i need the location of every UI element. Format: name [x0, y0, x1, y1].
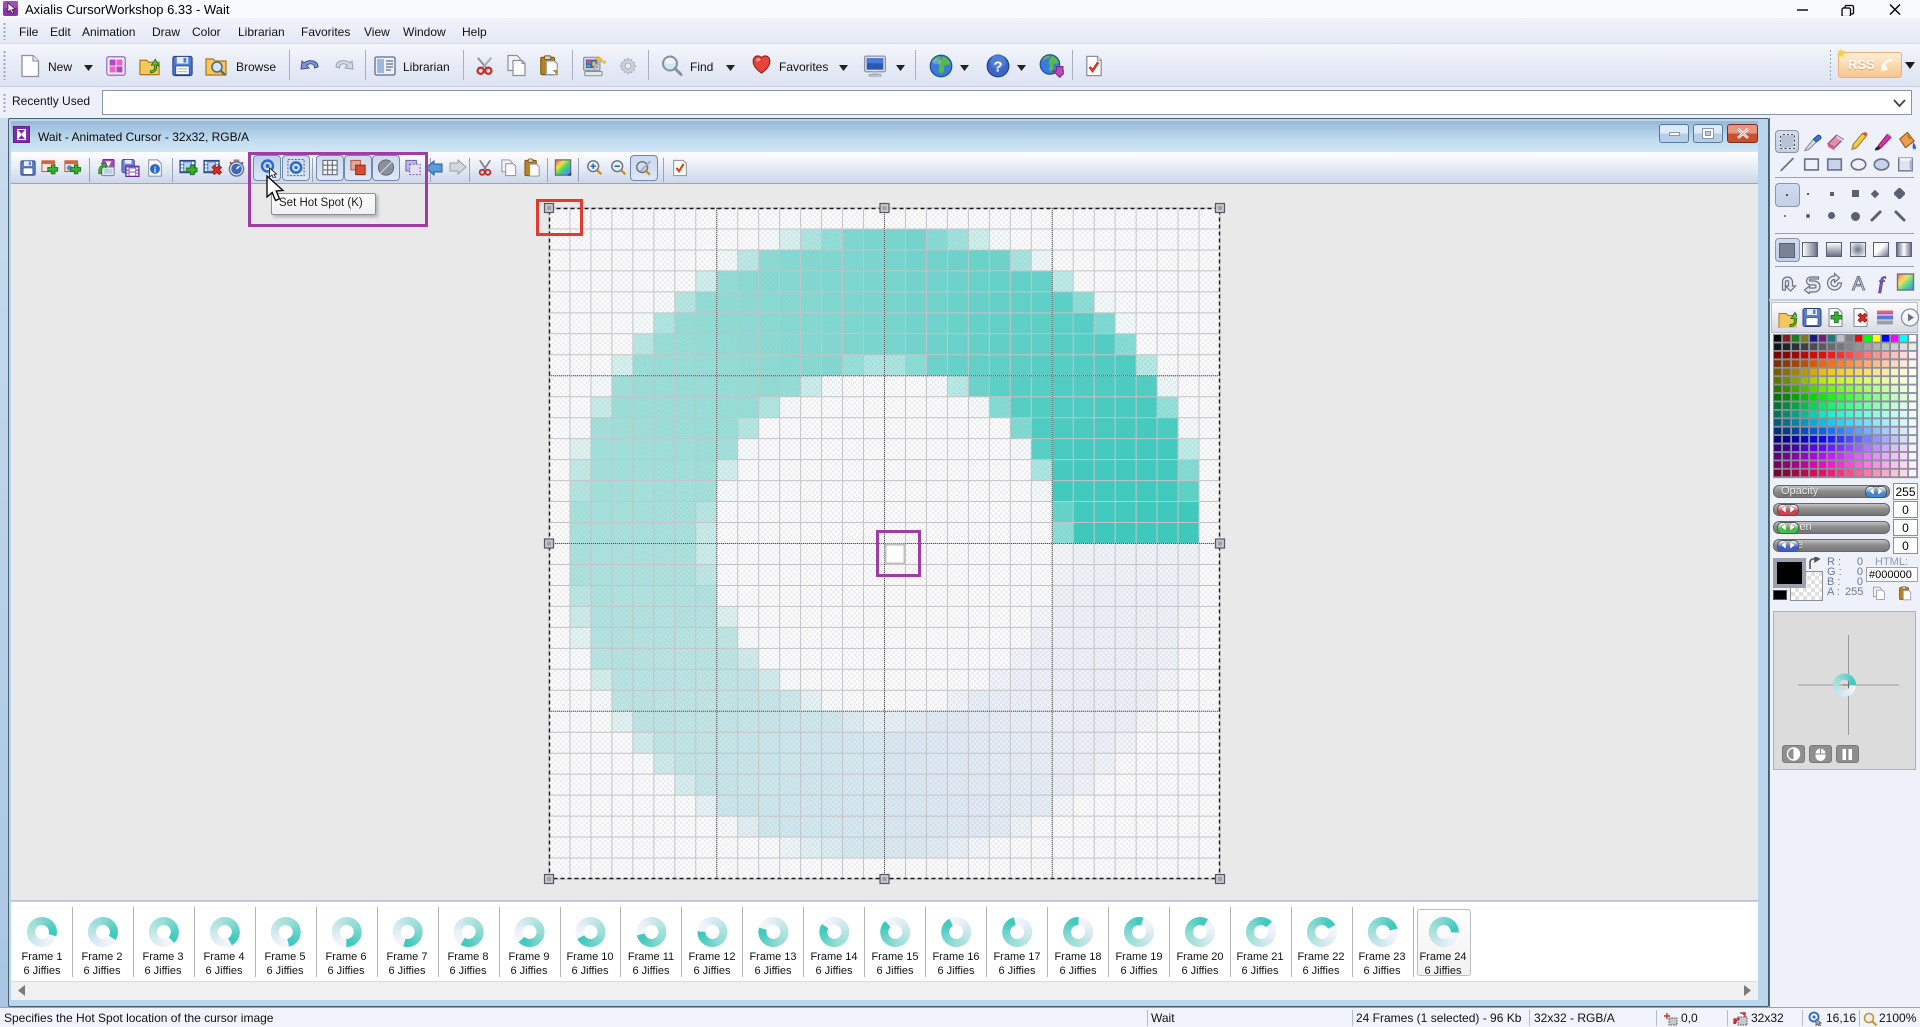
svg-text:f: f	[1879, 273, 1887, 293]
svg-text:?: ?	[993, 58, 1002, 75]
svg-text:A: A	[1852, 274, 1865, 294]
